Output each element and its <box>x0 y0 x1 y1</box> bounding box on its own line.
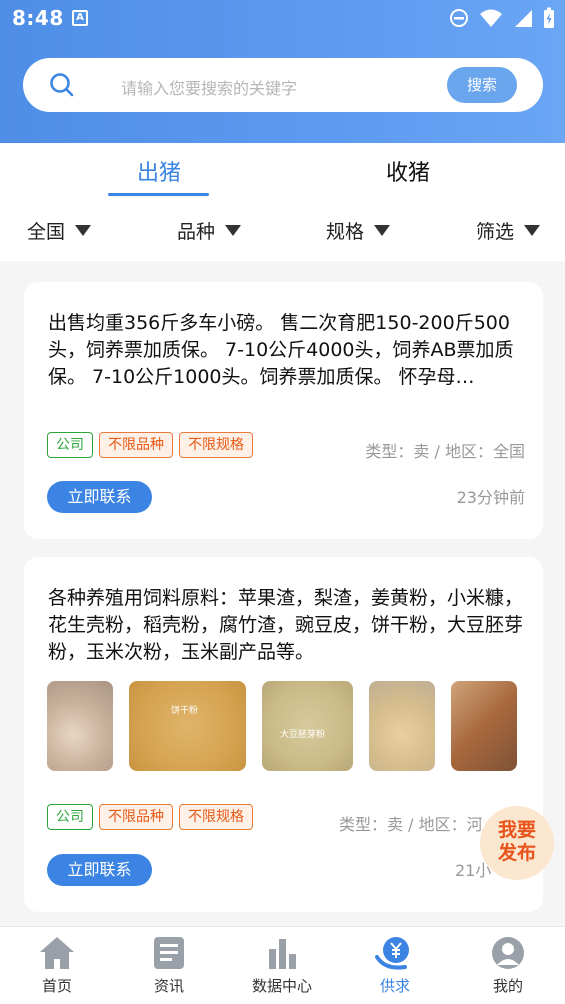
filter-region[interactable]: 全国 <box>27 217 92 244</box>
tag-breed: 不限品种 <box>99 804 173 830</box>
listing-card[interactable]: 出售均重356斤多车小磅。 售二次育肥150-200斤500头，饲养票加质保。 … <box>24 282 543 539</box>
notification-icon: A <box>72 10 88 26</box>
listing-meta: 类型：卖 / 地区：全国 <box>365 442 525 461</box>
header: 8:48 A 请输入您要搜索的关键字 搜索 <box>0 0 565 143</box>
listing-time: 23分钟前 <box>456 488 525 507</box>
status-icons <box>449 7 555 29</box>
caret-down-icon <box>374 225 391 236</box>
nav-home[interactable]: 首页 <box>12 935 102 996</box>
search-input[interactable]: 请输入您要搜索的关键字 <box>121 75 297 99</box>
battery-icon <box>544 7 554 28</box>
active-tab-indicator <box>108 193 209 196</box>
search-button[interactable]: 搜索 <box>447 67 517 103</box>
caret-down-icon <box>225 225 242 236</box>
tag-spec: 不限规格 <box>179 804 253 830</box>
yuan-icon <box>375 937 409 970</box>
nav-home-label: 首页 <box>41 977 72 995</box>
search-bar[interactable]: 请输入您要搜索的关键字 搜索 <box>23 58 543 112</box>
filter-spec[interactable]: 规格 <box>326 217 391 244</box>
filter-spec-label: 规格 <box>326 221 365 243</box>
nav-news-label: 资讯 <box>153 977 184 995</box>
listing-description: 出售均重356斤多车小磅。 售二次育肥150-200斤500头，饲养票加质保。 … <box>48 312 514 388</box>
listing-tags: 公司 不限品种 不限规格 <box>47 804 253 830</box>
nav-data-center[interactable]: 数据中心 <box>237 935 327 996</box>
home-icon <box>40 937 74 969</box>
contact-button[interactable]: 立即联系 <box>47 481 152 513</box>
nav-data-center-label: 数据中心 <box>251 977 312 995</box>
filter-region-label: 全国 <box>27 221 66 243</box>
nav-supply-demand[interactable]: 供求 <box>350 935 440 996</box>
listing-tags: 公司 不限品种 不限规格 <box>47 432 253 458</box>
fab-line-1: 我要 <box>497 819 536 841</box>
publish-fab[interactable]: 我要 发布 <box>480 806 554 880</box>
caret-down-icon <box>75 225 92 236</box>
listing-image[interactable] <box>451 681 517 771</box>
filter-breed-label: 品种 <box>177 221 216 243</box>
listing-meta: 类型：卖 / 地区：河 <box>339 815 483 834</box>
filter-more-label: 筛选 <box>476 221 515 243</box>
nav-supply-demand-label: 供求 <box>379 977 410 995</box>
listing-image[interactable] <box>369 681 435 771</box>
listing-image[interactable] <box>47 681 113 771</box>
tab-sell-pigs[interactable]: 出猪 <box>99 155 219 187</box>
listing-image[interactable]: 饼干粉 <box>129 681 246 771</box>
caret-down-icon <box>524 225 541 236</box>
fab-line-2: 发布 <box>497 842 536 864</box>
tag-spec: 不限规格 <box>179 432 253 458</box>
do-not-disturb-icon <box>450 9 468 27</box>
status-bar: 8:48 A <box>0 0 565 38</box>
news-icon <box>154 937 184 969</box>
chart-icon <box>269 939 296 969</box>
tag-company: 公司 <box>47 804 93 830</box>
listing-description: 各种养殖用饲料原料：苹果渣，梨渣，姜黄粉，小米糠，花生壳粉，稻壳粉，腐竹渣，豌豆… <box>48 587 524 663</box>
nav-mine-label: 我的 <box>492 977 523 995</box>
wifi-icon <box>480 9 502 27</box>
user-icon <box>492 937 524 969</box>
status-time: 8:48 <box>12 6 64 30</box>
listing-images: 饼干粉 大豆胚芽粉 <box>47 681 517 771</box>
signal-icon <box>515 10 532 27</box>
contact-button[interactable]: 立即联系 <box>47 854 152 886</box>
filter-breed[interactable]: 品种 <box>177 217 242 244</box>
tab-buy-pigs[interactable]: 收猪 <box>348 155 468 187</box>
tabs-area: 出猪 收猪 全国 品种 规格 筛选 <box>0 143 565 261</box>
tag-breed: 不限品种 <box>99 432 173 458</box>
listing-image[interactable]: 大豆胚芽粉 <box>262 681 353 771</box>
filter-more[interactable]: 筛选 <box>476 217 541 244</box>
nav-news[interactable]: 资讯 <box>124 935 214 996</box>
bottom-nav: 首页 资讯 数据中心 供求 我的 <box>0 926 565 1004</box>
search-icon <box>50 73 74 97</box>
nav-mine[interactable]: 我的 <box>463 935 553 996</box>
tag-company: 公司 <box>47 432 93 458</box>
listing-card[interactable]: 各种养殖用饲料原料：苹果渣，梨渣，姜黄粉，小米糠，花生壳粉，稻壳粉，腐竹渣，豌豆… <box>24 557 543 912</box>
